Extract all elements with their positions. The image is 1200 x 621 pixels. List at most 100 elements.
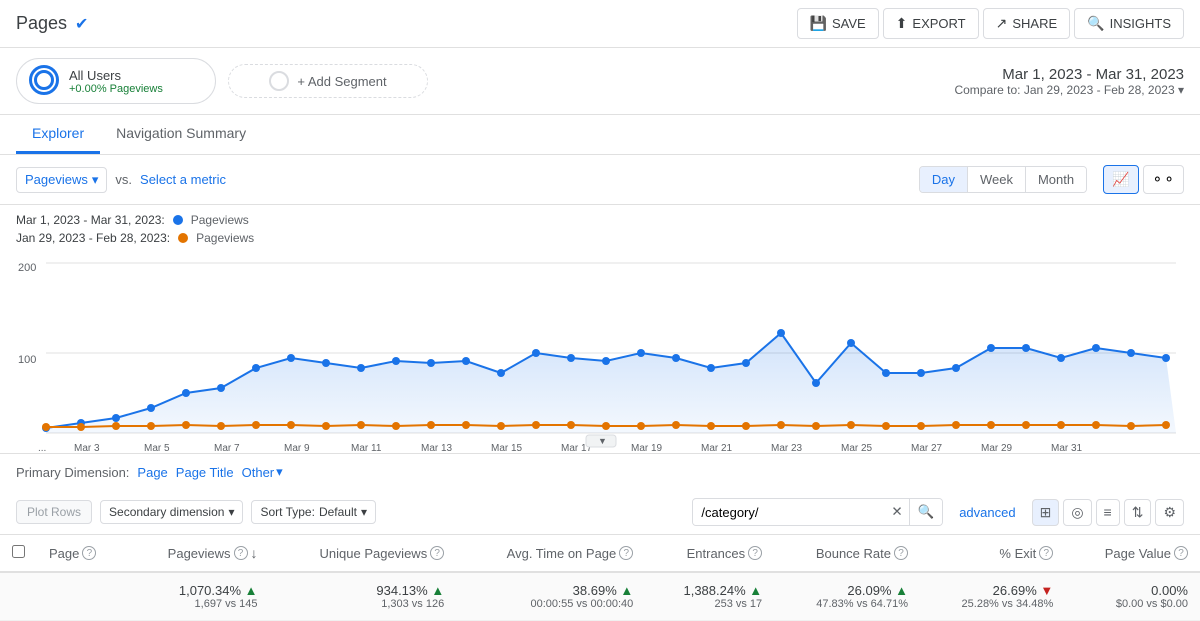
search-input[interactable]	[693, 500, 885, 525]
pct-exit-help-icon[interactable]: ?	[1039, 546, 1053, 560]
data-table: Page ? Pageviews ? ↓ Unique Pageviews ?	[0, 535, 1200, 621]
share-label: SHARE	[1012, 16, 1057, 31]
export-label: EXPORT	[912, 16, 965, 31]
advanced-link[interactable]: advanced	[951, 505, 1023, 520]
svg-text:▼: ▼	[598, 436, 607, 446]
th-page: Page ?	[37, 535, 127, 572]
pivot-view-button[interactable]: ⇅	[1124, 499, 1152, 526]
time-btn-month[interactable]: Month	[1026, 167, 1086, 192]
segment-sub: +0.00% Pageviews	[69, 83, 163, 95]
page-help-icon[interactable]: ?	[82, 546, 96, 560]
legend-label-1: Pageviews	[191, 213, 249, 227]
time-btn-day[interactable]: Day	[920, 167, 968, 192]
bar-view-button[interactable]: ≡	[1096, 499, 1120, 526]
insights-icon: 🔍	[1087, 15, 1104, 32]
svg-text:Mar 5: Mar 5	[144, 443, 170, 453]
share-icon: ↗	[996, 15, 1008, 32]
total-pct-exit-cell: 26.69% ▼ 25.28% vs 34.48%	[920, 572, 1065, 621]
insights-label: INSIGHTS	[1110, 16, 1171, 31]
th-unique-pageviews: Unique Pageviews ?	[270, 535, 457, 572]
save-button[interactable]: 💾 SAVE	[797, 8, 879, 39]
select-metric-link[interactable]: Select a metric	[140, 172, 226, 187]
total-unique-cell: 934.13% ▲ 1,303 vs 126	[270, 572, 457, 621]
date-dropdown-icon: ▾	[1178, 83, 1184, 97]
segment-label: All Users +0.00% Pageviews	[69, 68, 163, 95]
chart-legend: Mar 1, 2023 - Mar 31, 2023: Pageviews Ja…	[0, 205, 1200, 253]
metric-label: Pageviews	[25, 172, 88, 187]
pageviews-arrow: ▲	[245, 583, 258, 598]
page-title: Pages ✔	[16, 13, 797, 34]
time-buttons: Day Week Month	[919, 166, 1087, 193]
circle-inner	[34, 70, 54, 90]
time-btn-week[interactable]: Week	[968, 167, 1026, 192]
save-label: SAVE	[832, 16, 866, 31]
svg-text:Mar 9: Mar 9	[284, 443, 310, 453]
segment-icon	[29, 65, 61, 97]
svg-text:Mar 19: Mar 19	[631, 443, 663, 453]
share-button[interactable]: ↗ SHARE	[983, 8, 1071, 39]
vs-text: vs.	[115, 172, 132, 187]
unique-sub: 1,303 vs 126	[282, 598, 445, 610]
pageviews-sort-icon[interactable]: ↓	[251, 545, 258, 561]
segment-name: All Users	[69, 68, 163, 83]
tab-navigation-summary[interactable]: Navigation Summary	[100, 115, 262, 154]
tabs: Explorer Navigation Summary	[0, 115, 1200, 155]
search-clear-button[interactable]: ✕	[885, 499, 908, 525]
grid-view-button[interactable]: ⊞	[1032, 499, 1060, 526]
custom-view-button[interactable]: ⚙	[1155, 499, 1184, 526]
primary-dimension: Primary Dimension: Page Page Title Other…	[0, 453, 1200, 490]
legend-dot-1	[173, 215, 183, 225]
verified-icon: ✔	[75, 14, 88, 34]
dim-other-dropdown[interactable]: Other ▾	[242, 464, 283, 480]
avg-time-sub: 00:00:55 vs 00:00:40	[468, 598, 633, 610]
export-button[interactable]: ⬆ EXPORT	[883, 8, 979, 39]
bounce-rate-help-icon[interactable]: ?	[894, 546, 908, 560]
export-icon: ⬆	[896, 15, 908, 32]
all-users-segment[interactable]: All Users +0.00% Pageviews	[16, 58, 216, 104]
add-segment-label: + Add Segment	[297, 74, 386, 89]
table-total-row: 1,070.34% ▲ 1,697 vs 145 934.13% ▲ 1,303…	[0, 572, 1200, 621]
bounce-rate-pct: 26.09%	[847, 583, 891, 598]
chart-controls: Pageviews ▾ vs. Select a metric Day Week…	[0, 155, 1200, 205]
bounce-rate-arrow: ▲	[895, 583, 908, 598]
add-segment-button[interactable]: + Add Segment	[228, 64, 428, 98]
insights-button[interactable]: 🔍 INSIGHTS	[1074, 8, 1184, 39]
line-chart-button[interactable]: 📈	[1103, 165, 1138, 194]
date-main: Mar 1, 2023 - Mar 31, 2023	[1002, 66, 1184, 83]
pageviews-help-icon[interactable]: ?	[234, 546, 248, 560]
svg-text:Mar 3: Mar 3	[74, 443, 100, 453]
date-compare: Compare to: Jan 29, 2023 - Feb 28, 2023 …	[954, 83, 1184, 97]
sort-type-select[interactable]: Sort Type: Default ▾	[251, 500, 376, 524]
svg-text:Mar 31: Mar 31	[1051, 443, 1083, 453]
legend-period-2: Jan 29, 2023 - Feb 28, 2023:	[16, 231, 170, 245]
svg-text:Mar 25: Mar 25	[841, 443, 873, 453]
avg-time-arrow: ▲	[620, 583, 633, 598]
plot-rows-button: Plot Rows	[16, 500, 92, 524]
svg-text:Mar 29: Mar 29	[981, 443, 1013, 453]
select-all-checkbox[interactable]	[12, 545, 25, 558]
unique-pageviews-help-icon[interactable]: ?	[430, 546, 444, 560]
avg-time-help-icon[interactable]: ?	[619, 546, 633, 560]
date-range[interactable]: Mar 1, 2023 - Mar 31, 2023 Compare to: J…	[954, 66, 1184, 97]
total-page-cell	[37, 572, 127, 621]
search-go-button[interactable]: 🔍	[909, 499, 943, 525]
pie-view-button[interactable]: ◎	[1063, 499, 1091, 526]
other-dropdown-icon: ▾	[276, 464, 283, 480]
segments-bar: All Users +0.00% Pageviews + Add Segment…	[0, 48, 1200, 115]
svg-text:Mar 23: Mar 23	[771, 443, 803, 453]
metric-select[interactable]: Pageviews ▾	[16, 167, 107, 193]
unique-pct: 934.13%	[376, 583, 427, 598]
tab-explorer[interactable]: Explorer	[16, 115, 100, 154]
pageviews-pct: 1,070.34%	[179, 583, 241, 598]
entrances-help-icon[interactable]: ?	[748, 546, 762, 560]
save-icon: 💾	[810, 15, 827, 32]
dim-page-link[interactable]: Page	[137, 465, 167, 480]
th-pageviews: Pageviews ? ↓	[127, 535, 270, 572]
th-pct-exit: % Exit ?	[920, 535, 1065, 572]
scatter-chart-button[interactable]: ⚬⚬	[1143, 165, 1184, 194]
topbar-actions: 💾 SAVE ⬆ EXPORT ↗ SHARE 🔍 INSIGHTS	[797, 8, 1184, 39]
svg-text:Mar 7: Mar 7	[214, 443, 240, 453]
page-value-help-icon[interactable]: ?	[1174, 546, 1188, 560]
secondary-dimension-select[interactable]: Secondary dimension ▾	[100, 500, 243, 524]
dim-page-title-link[interactable]: Page Title	[176, 465, 234, 480]
